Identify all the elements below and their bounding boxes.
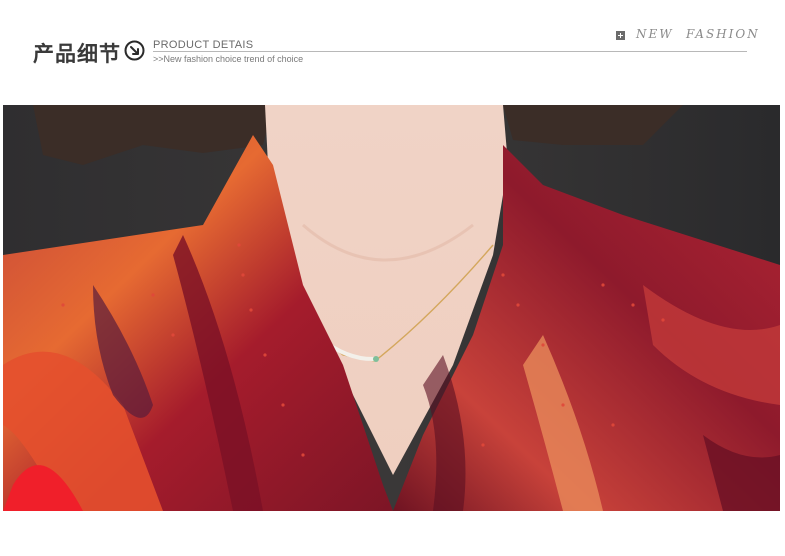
header-divider <box>153 51 747 52</box>
section-title-en: PRODUCT DETAIS <box>153 39 254 51</box>
plus-icon <box>616 31 625 40</box>
product-detail-photo <box>3 105 780 511</box>
section-subtitle: >>New fashion choice trend of choice <box>153 54 304 64</box>
tag-new: NEW <box>636 27 674 41</box>
arrow-down-right-icon <box>124 40 145 61</box>
section-header: 产品细节 PRODUCT DETAIS >>New fashion choice… <box>0 0 785 100</box>
tag-fashion: FASHION <box>686 27 760 41</box>
section-title-cn: 产品细节 <box>33 42 121 66</box>
